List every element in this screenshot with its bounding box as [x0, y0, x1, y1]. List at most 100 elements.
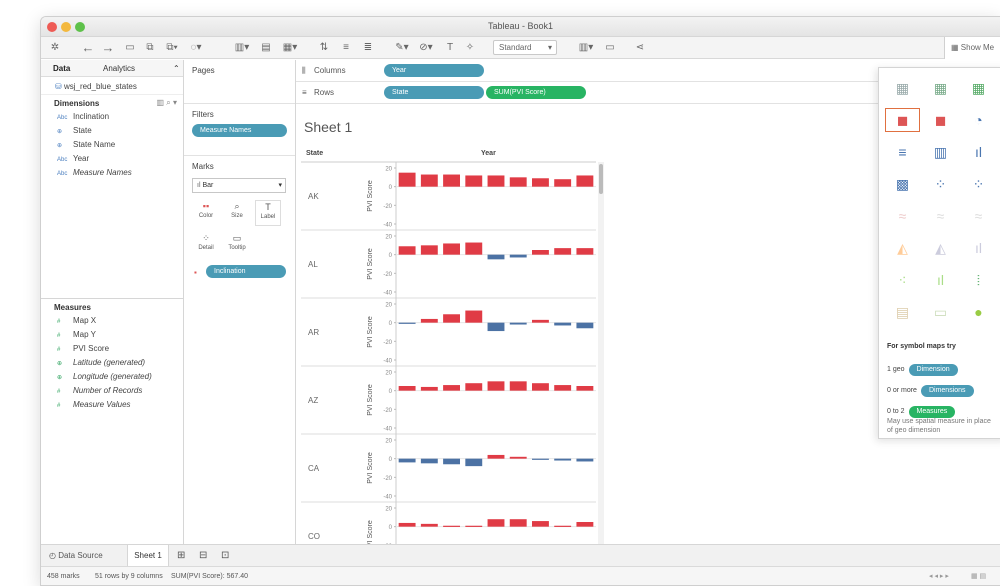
- sheet-navigation-icon[interactable]: ◂ ◂ ▸ ▸: [929, 572, 949, 580]
- chart-type-3-icon[interactable]: ▦: [961, 76, 996, 100]
- share-icon[interactable]: ⋖: [633, 40, 647, 56]
- bar-AK-5: [509, 177, 527, 187]
- tab-data[interactable]: Data: [53, 64, 70, 73]
- state-label: AL: [308, 260, 318, 269]
- rows-shelf[interactable]: ≡ Rows State SUM(PVI Score): [296, 82, 961, 104]
- data-source-tab[interactable]: ◴ Data Source: [49, 551, 103, 560]
- new-worksheet-icon[interactable]: ⊞: [177, 550, 185, 561]
- new-worksheet-icon[interactable]: ▥▾: [231, 40, 253, 56]
- show-me-note: May use spatial measure in place of geo …: [887, 418, 991, 434]
- chart-type-2-icon[interactable]: ▦: [923, 76, 958, 100]
- sort-ascending-icon[interactable]: ≡: [339, 40, 353, 56]
- view-toggle-icon[interactable]: ▦ ▤: [971, 572, 986, 580]
- measure-field[interactable]: ⊕ Latitude (generated): [41, 356, 183, 370]
- label-button[interactable]: T Label: [255, 200, 281, 226]
- chart-type-15-icon[interactable]: ≈: [961, 204, 996, 228]
- hint-pill: Dimensions: [920, 385, 974, 397]
- show-me-tab[interactable]: ▦ Show Me: [944, 37, 1000, 59]
- sheet-1-tab[interactable]: Sheet 1: [127, 545, 169, 567]
- marks-inclination-pill[interactable]: Inclination: [206, 265, 286, 278]
- sort-descending-icon[interactable]: ≣: [361, 40, 375, 56]
- measure-field[interactable]: # Measure Values: [41, 398, 183, 412]
- chart-type-20-icon[interactable]: ıl: [923, 268, 958, 292]
- mark-type-select[interactable]: ıl Bar ▾: [192, 178, 286, 193]
- dimension-field[interactable]: Abc Year: [41, 152, 183, 166]
- chart-type-5-icon[interactable]: ◼: [923, 108, 958, 132]
- bar-CO-8: [576, 522, 594, 527]
- measure-field[interactable]: # Map Y: [41, 328, 183, 342]
- chart-type-7-icon[interactable]: ≡: [885, 140, 920, 164]
- chart-type-23-icon[interactable]: ▭: [923, 300, 958, 324]
- dimension-field[interactable]: Abc Inclination: [41, 110, 183, 124]
- chart-type-6-icon[interactable]: ◔: [961, 108, 996, 132]
- columns-year-pill[interactable]: Year: [384, 64, 484, 77]
- show-cards-icon[interactable]: ▥▾: [575, 40, 597, 56]
- chart-type-10-icon[interactable]: ▩: [885, 172, 920, 196]
- forward-arrow-icon[interactable]: →: [101, 40, 115, 56]
- duplicate-sheet-icon[interactable]: ▤: [259, 40, 273, 56]
- new-datasource-icon[interactable]: ⧉: [143, 40, 157, 56]
- dimensions-search-icon[interactable]: ▥ ⌕ ▾: [157, 98, 178, 108]
- chart-type-12-icon[interactable]: ⁘: [961, 172, 996, 196]
- chart-type-4-icon[interactable]: ◼: [885, 108, 920, 132]
- chart-type-24-icon[interactable]: ●: [961, 300, 996, 324]
- dimension-field[interactable]: ⊕ State Name: [41, 138, 183, 152]
- measure-field[interactable]: # Map X: [41, 314, 183, 328]
- fit-select[interactable]: Standard ▾: [493, 40, 557, 55]
- fix-axes-icon[interactable]: ✧: [463, 40, 477, 56]
- chart-type-13-icon[interactable]: ≈: [885, 204, 920, 228]
- chart-type-1-icon[interactable]: ▦: [885, 76, 920, 100]
- mark-type-value: Bar: [202, 182, 214, 189]
- chart-type-11-icon[interactable]: ⁘: [923, 172, 958, 196]
- size-button[interactable]: ⌕ Size: [224, 200, 250, 226]
- chart-type-9-icon[interactable]: ıl: [961, 140, 996, 164]
- y-axis-title: PVI Score: [367, 180, 374, 212]
- state-label: AK: [308, 192, 319, 201]
- chart-type-14-icon[interactable]: ≈: [923, 204, 958, 228]
- back-arrow-icon[interactable]: ←: [81, 40, 95, 56]
- tab-analytics[interactable]: Analytics: [103, 64, 135, 73]
- status-rows: 51 rows by 9 columns: [95, 573, 163, 580]
- bar-AR-5: [509, 322, 527, 325]
- columns-shelf[interactable]: ⫼ Columns Year: [296, 60, 961, 82]
- measure-field[interactable]: # Number of Records: [41, 384, 183, 398]
- pause-updates-icon[interactable]: ⧉▾: [163, 40, 181, 56]
- pages-card[interactable]: Pages: [184, 60, 295, 104]
- number-type-icon: #: [57, 333, 61, 339]
- text-type-icon: Abc: [57, 171, 68, 177]
- highlight-icon[interactable]: ✎▾: [393, 40, 411, 56]
- chart-type-19-icon[interactable]: ⁖: [885, 268, 920, 292]
- detail-button[interactable]: ⁘ Detail: [193, 232, 219, 258]
- filter-measure-names-pill[interactable]: Measure Names: [192, 124, 287, 137]
- new-dashboard-icon[interactable]: ⊟: [199, 550, 207, 561]
- state-label: CA: [308, 464, 320, 473]
- rows-pvi-score-pill[interactable]: SUM(PVI Score): [486, 86, 586, 99]
- color-button[interactable]: ▪▪ Color: [193, 200, 219, 226]
- new-story-icon[interactable]: ⊡: [221, 550, 229, 561]
- swap-rows-columns-icon[interactable]: ⇅: [317, 40, 331, 56]
- chart-type-21-icon[interactable]: ⦙: [961, 268, 996, 292]
- tooltip-button[interactable]: ▭ Tooltip: [224, 232, 250, 258]
- rows-state-pill[interactable]: State: [384, 86, 484, 99]
- chart-type-16-icon[interactable]: ◭: [885, 236, 920, 260]
- show-labels-icon[interactable]: T: [443, 40, 457, 56]
- measure-field[interactable]: ⊕ Longitude (generated): [41, 370, 183, 384]
- clear-sheet-icon[interactable]: ▦▾: [279, 40, 301, 56]
- pane-menu-icon[interactable]: ⌃: [173, 64, 180, 73]
- chart-type-22-icon[interactable]: ▤: [885, 300, 920, 324]
- globe-type-icon: ⊕: [57, 361, 63, 367]
- filters-card[interactable]: Filters Measure Names: [184, 104, 295, 156]
- columns-label: Columns: [314, 66, 346, 75]
- presentation-mode-icon[interactable]: ▭: [603, 40, 617, 56]
- chart-type-18-icon[interactable]: ıl: [961, 236, 996, 260]
- dimension-field[interactable]: ⊕ State: [41, 124, 183, 138]
- chart-type-17-icon[interactable]: ◭: [923, 236, 958, 260]
- measure-field[interactable]: # PVI Score: [41, 342, 183, 356]
- chart-type-8-icon[interactable]: ▥: [923, 140, 958, 164]
- group-members-icon[interactable]: ⊘▾: [417, 40, 435, 56]
- tableau-logo-icon[interactable]: ✲: [47, 40, 63, 56]
- run-update-icon[interactable]: ◌▾: [187, 40, 205, 56]
- dimension-field[interactable]: Abc Measure Names: [41, 166, 183, 180]
- datasource-row[interactable]: ⛁ wsj_red_blue_states: [41, 77, 183, 95]
- save-icon[interactable]: ▭: [123, 40, 137, 56]
